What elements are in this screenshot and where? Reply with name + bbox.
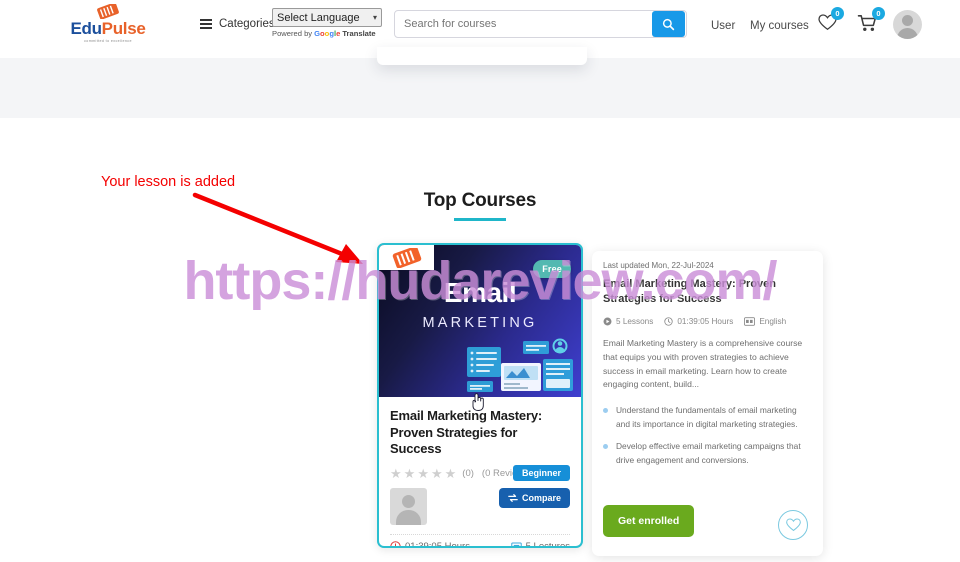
search-icon — [662, 18, 675, 30]
compare-icon — [508, 493, 518, 502]
list-item: Develop effective email marketing campai… — [603, 440, 812, 467]
star-icon: ★ — [417, 465, 429, 481]
avatar-body-shape — [396, 509, 421, 525]
marketing-illustration-icon — [467, 338, 573, 392]
cart-button[interactable]: 0 — [857, 7, 885, 37]
last-updated-label: Last updated Mon, 22-Jul-2024 — [603, 261, 714, 270]
course-detail-panel: Last updated Mon, 22-Jul-2024 Email Mark… — [592, 251, 823, 556]
categories-label: Categories — [219, 18, 275, 30]
add-to-wishlist-button[interactable] — [778, 510, 808, 540]
compare-label: Compare — [521, 492, 561, 503]
subheader-band — [0, 58, 960, 118]
categories-menu[interactable]: Categories — [200, 18, 275, 30]
list-item: Understand the fundamentals of email mar… — [603, 404, 812, 431]
search-bar — [394, 10, 687, 38]
get-enrolled-button[interactable]: Get enrolled — [603, 505, 695, 537]
search-input[interactable] — [395, 11, 652, 37]
detail-lessons: 5 Lessons — [603, 317, 653, 326]
translate-label: Translate — [342, 29, 376, 38]
course-meta-row: 01:39:05 Hours 5 Lectures — [390, 540, 570, 548]
course-thumbnail: Free Email MARKETING — [379, 245, 581, 397]
course-duration-label: 01:39:05 Hours — [405, 540, 470, 548]
logo-text-pulse: Pulse — [101, 19, 146, 38]
language-selected-value: Select Language — [277, 11, 360, 24]
detail-description: Email Marketing Mastery is a comprehensi… — [603, 337, 803, 390]
site-logo[interactable]: EduPulse committed to excellence — [58, 2, 158, 52]
star-icon: ★ — [390, 465, 402, 481]
logo-text: EduPulse — [70, 20, 145, 37]
detail-bullets: Understand the fundamentals of email mar… — [603, 404, 812, 467]
chevron-down-icon: ▾ — [372, 13, 377, 22]
lectures-icon — [510, 542, 522, 546]
hamburger-icon — [200, 19, 212, 29]
wishlist-button[interactable]: 0 — [818, 7, 844, 36]
course-lectures: 5 Lectures — [510, 540, 570, 548]
user-avatar[interactable] — [893, 10, 922, 39]
language-selector-wrap: Select Language ▾ Powered by Google Tran… — [272, 8, 382, 38]
compare-button[interactable]: Compare — [498, 487, 570, 508]
course-card-title: Email Marketing Mastery: Proven Strategi… — [390, 408, 542, 457]
powered-by-label: Powered by — [272, 29, 313, 38]
rating-count: (0) — [462, 467, 474, 479]
bullet-text: Understand the fundamentals of email mar… — [616, 405, 798, 429]
header-link-user[interactable]: User — [711, 20, 735, 32]
course-lectures-label: 5 Lectures — [525, 540, 570, 548]
clock-icon — [390, 541, 401, 546]
thumbnail-subhead: MARKETING — [422, 315, 538, 331]
title-underline — [454, 218, 506, 221]
star-icon: ★ — [403, 465, 416, 481]
annotation-label: Your lesson is added — [101, 174, 236, 190]
google-translate-attribution: Powered by Google Translate — [272, 29, 382, 38]
author-avatar-icon — [390, 487, 427, 525]
language-icon — [744, 316, 756, 326]
search-button[interactable] — [652, 11, 685, 37]
logo-tagline: committed to excellence — [84, 39, 132, 43]
free-badge: Free — [533, 260, 571, 278]
level-badge: Beginner — [512, 464, 570, 481]
clock-icon — [664, 317, 673, 326]
detail-lessons-label: 5 Lessons — [616, 316, 654, 326]
pulse-logo-icon — [95, 2, 121, 20]
detail-title: Email Marketing Mastery: Proven Strategi… — [603, 278, 777, 305]
course-rating-row: ★ ★ ★ ★ ★ (0) (0 Reviews) Beginner — [390, 464, 570, 481]
avatar-head-shape — [902, 15, 913, 26]
course-duration: 01:39:05 Hours — [390, 540, 470, 548]
dropdown-panel-remnant — [377, 47, 587, 65]
detail-language-label: English — [759, 316, 787, 326]
wishlist-count-badge: 0 — [831, 7, 844, 20]
language-select[interactable]: Select Language ▾ — [272, 8, 382, 27]
detail-duration-label: 01:39:05 Hours — [677, 316, 734, 326]
header-link-my-courses[interactable]: My courses — [750, 20, 809, 32]
course-author-row: Compare — [390, 487, 570, 532]
card-divider — [390, 533, 570, 535]
detail-language: English — [744, 317, 786, 326]
bullet-dot-icon — [603, 444, 608, 450]
google-wordmark: Google — [314, 29, 341, 38]
page-title: Top Courses — [423, 190, 537, 211]
avatar-body-shape — [897, 28, 918, 39]
thumbnail-headline: Email — [443, 277, 517, 308]
cart-count-badge: 0 — [872, 7, 885, 20]
star-icon: ★ — [444, 465, 457, 481]
avatar-head-shape — [402, 494, 415, 508]
heart-outline-icon — [785, 518, 801, 532]
detail-meta-row: 5 Lessons 01:39:05 Hours English — [603, 317, 812, 326]
rating-stars: ★ ★ ★ ★ ★ — [390, 467, 456, 480]
play-circle-icon — [603, 317, 612, 326]
page-root: EduPulse committed to excellence Categor… — [0, 0, 960, 562]
logo-text-edu: Edu — [70, 19, 102, 38]
star-icon: ★ — [430, 465, 443, 481]
bullet-text: Develop effective email marketing campai… — [616, 441, 801, 465]
bullet-dot-icon — [603, 408, 608, 414]
thumbnail-logo-icon — [379, 245, 434, 270]
detail-duration: 01:39:05 Hours — [664, 317, 733, 326]
mouse-cursor-pointer-icon — [472, 393, 484, 411]
